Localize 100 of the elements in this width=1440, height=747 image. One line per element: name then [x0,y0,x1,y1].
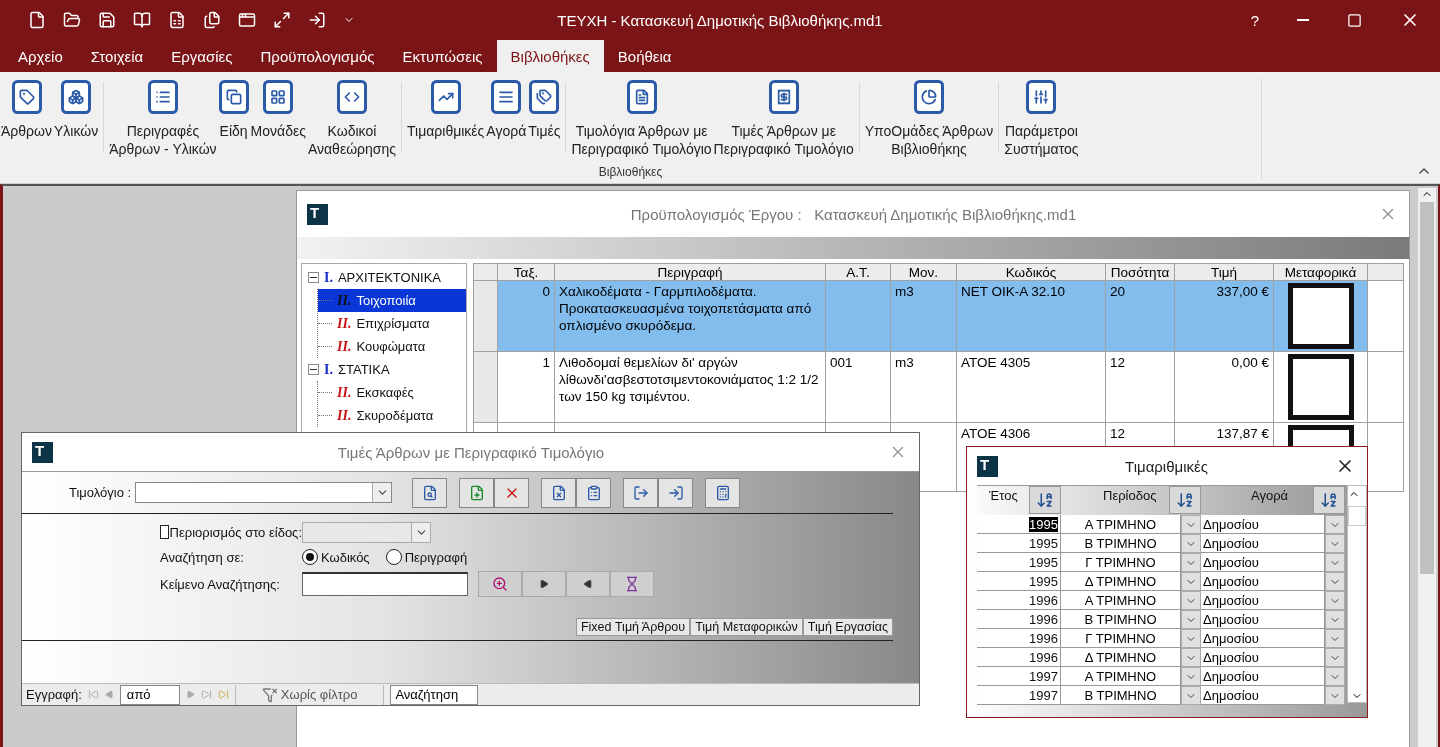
sort-button[interactable] [1313,486,1345,514]
collapse-icon[interactable] [308,364,319,375]
year-cell[interactable]: 1997 [977,667,1061,686]
row-selector[interactable] [473,280,498,352]
sort-button[interactable] [1169,486,1201,514]
year-cell[interactable]: 1995 [977,534,1061,553]
dropdown-button[interactable] [1325,610,1345,629]
market-cell[interactable]: Δημοσίου [1201,534,1325,553]
menu-tab[interactable]: Αρχείο [4,40,77,72]
select-all-cell[interactable] [473,263,498,281]
year-cell[interactable]: 1995 [977,572,1061,591]
collapse-icon[interactable] [308,272,319,283]
market-cell[interactable]: Δημοσίου [1201,572,1325,591]
ribbon-button[interactable]: Αγορά [485,78,528,140]
ribbon-button[interactable]: Τιμαριθμικές [406,78,486,140]
dropdown-button[interactable] [1181,629,1201,648]
dropdown-button[interactable] [1325,686,1345,705]
column-header[interactable]: Α.Τ. [825,263,891,281]
period-cell[interactable]: Α ΤΡΙΜΗΝΟ [1061,515,1181,534]
column-header[interactable]: Μον. [890,263,957,281]
dropdown-button[interactable] [1325,534,1345,553]
delete-button[interactable] [494,477,530,508]
next-button[interactable] [522,571,566,597]
search-field[interactable]: Αναζήτηση [390,684,479,705]
column-header[interactable]: Ποσότητα [1105,263,1175,281]
year-cell[interactable]: 1996 [977,629,1061,648]
dropdown-button[interactable] [1181,648,1201,667]
market-cell[interactable]: Δημοσίου [1201,591,1325,610]
ribbon-button[interactable]: Κωδικοί Αναθεώρησης [306,78,397,158]
scrollbar[interactable] [1418,188,1436,747]
dropdown-button[interactable] [1181,553,1201,572]
ribbon-button[interactable]: Τιμές [527,78,562,140]
tree-item[interactable]: II. Επιχρίσματα [318,312,466,335]
dropdown-button[interactable] [1181,591,1201,610]
ribbon-button[interactable]: ΥποΟμάδες Άρθρων Βιβλιοθήκης [863,78,995,158]
period-cell[interactable]: Δ ΤΡΙΜΗΝΟ [1061,572,1181,591]
ribbon-button[interactable]: Υλικών [53,78,100,140]
market-cell[interactable]: Δημοσίου [1201,610,1325,629]
year-cell[interactable]: 1996 [977,591,1061,610]
export-button[interactable] [623,477,659,508]
market-cell[interactable]: Δημοσίου [1201,667,1325,686]
clear-button[interactable] [610,571,654,597]
ribbon-button[interactable]: Μονάδες [249,78,307,140]
ribbon-button[interactable]: Είδη [217,78,250,140]
year-cell[interactable]: 1995 [977,553,1061,572]
add-button[interactable] [459,477,495,508]
maximize-button[interactable] [1347,12,1362,28]
ribbon-button[interactable]: Παράμετροι Συστήματος [1003,78,1080,158]
year-cell[interactable]: 1996 [977,648,1061,667]
radio-button[interactable] [385,549,402,565]
dropdown-button[interactable] [1325,553,1345,572]
ribbon-button[interactable]: Περιγραφές Άρθρων - Υλικών [108,78,218,158]
dropdown-button[interactable] [1325,515,1345,534]
dropdown-button[interactable] [1181,686,1201,705]
menu-tab[interactable]: Στοιχεία [76,40,158,72]
menu-tab[interactable]: Βοήθεια [603,40,686,72]
column-header[interactable]: Κωδικός [956,263,1106,281]
dropdown-button[interactable] [1325,629,1345,648]
market-cell[interactable]: Δημοσίου [1201,553,1325,572]
ribbon-button[interactable]: Τιμολόγια Άρθρων με Περιγραφικό Τιμολόγιο [570,78,713,158]
period-cell[interactable]: Β ΤΡΙΜΗΝΟ [1061,686,1181,705]
tree-item[interactable]: II. Σκυροδέματα [318,404,466,427]
dropdown-button[interactable] [1181,572,1201,591]
dropdown-button[interactable] [1325,572,1345,591]
column-header[interactable]: Ταξ. [497,263,555,281]
calculator-button[interactable] [705,477,741,508]
ribbon-button[interactable]: Τιμές Άρθρων με Περιγραφικό Τιμολόγιο [712,78,855,158]
year-cell[interactable]: 1996 [977,610,1061,629]
period-cell[interactable]: Β ΤΡΙΜΗΝΟ [1061,610,1181,629]
period-cell[interactable]: Β ΤΡΙΜΗΝΟ [1061,534,1181,553]
period-cell[interactable]: Γ ΤΡΙΜΗΝΟ [1061,629,1181,648]
filter-button[interactable]: Χωρίς φίλτρο [241,686,378,703]
market-cell[interactable]: Δημοσίου [1201,629,1325,648]
scroll-thumb[interactable] [1420,202,1434,574]
radio-button[interactable] [302,549,318,565]
dropdown-button[interactable] [1181,610,1201,629]
period-cell[interactable]: Α ΤΡΙΜΗΝΟ [1061,591,1181,610]
copy-button[interactable] [576,477,612,508]
preview-button[interactable] [412,477,448,508]
record-field[interactable]: από [119,684,180,705]
column-header[interactable]: Τιμή [1174,263,1274,281]
dropdown-button[interactable] [1325,591,1345,610]
menu-tab[interactable]: Εργασίες [157,40,247,72]
period-cell[interactable]: Α ΤΡΙΜΗΝΟ [1061,667,1181,686]
column-header[interactable]: Περιγραφή [554,263,826,281]
column-header[interactable]: Μεταφορικά [1273,263,1368,281]
tree-item[interactable]: II. Εκσκαφές [318,381,466,404]
market-cell[interactable]: Δημοσίου [1201,648,1325,667]
category-dropdown[interactable] [302,522,431,543]
scroll-thumb[interactable] [1348,506,1366,526]
search-text-field[interactable] [302,572,468,596]
import-button[interactable] [658,477,694,508]
menu-tab[interactable]: Προϋπολογισμός [246,40,389,72]
invoice-dropdown[interactable] [135,482,393,503]
market-cell[interactable]: Δημοσίου [1201,515,1325,534]
dropdown-button[interactable] [1325,648,1345,667]
tree-item[interactable]: I. ΑΡΧΙΤΕΚΤΟΝΙΚΑ [302,266,466,289]
checkbox[interactable] [160,525,169,539]
tree-item[interactable]: II. Κουφώματα [318,335,466,358]
dropdown-button[interactable] [1181,515,1201,534]
